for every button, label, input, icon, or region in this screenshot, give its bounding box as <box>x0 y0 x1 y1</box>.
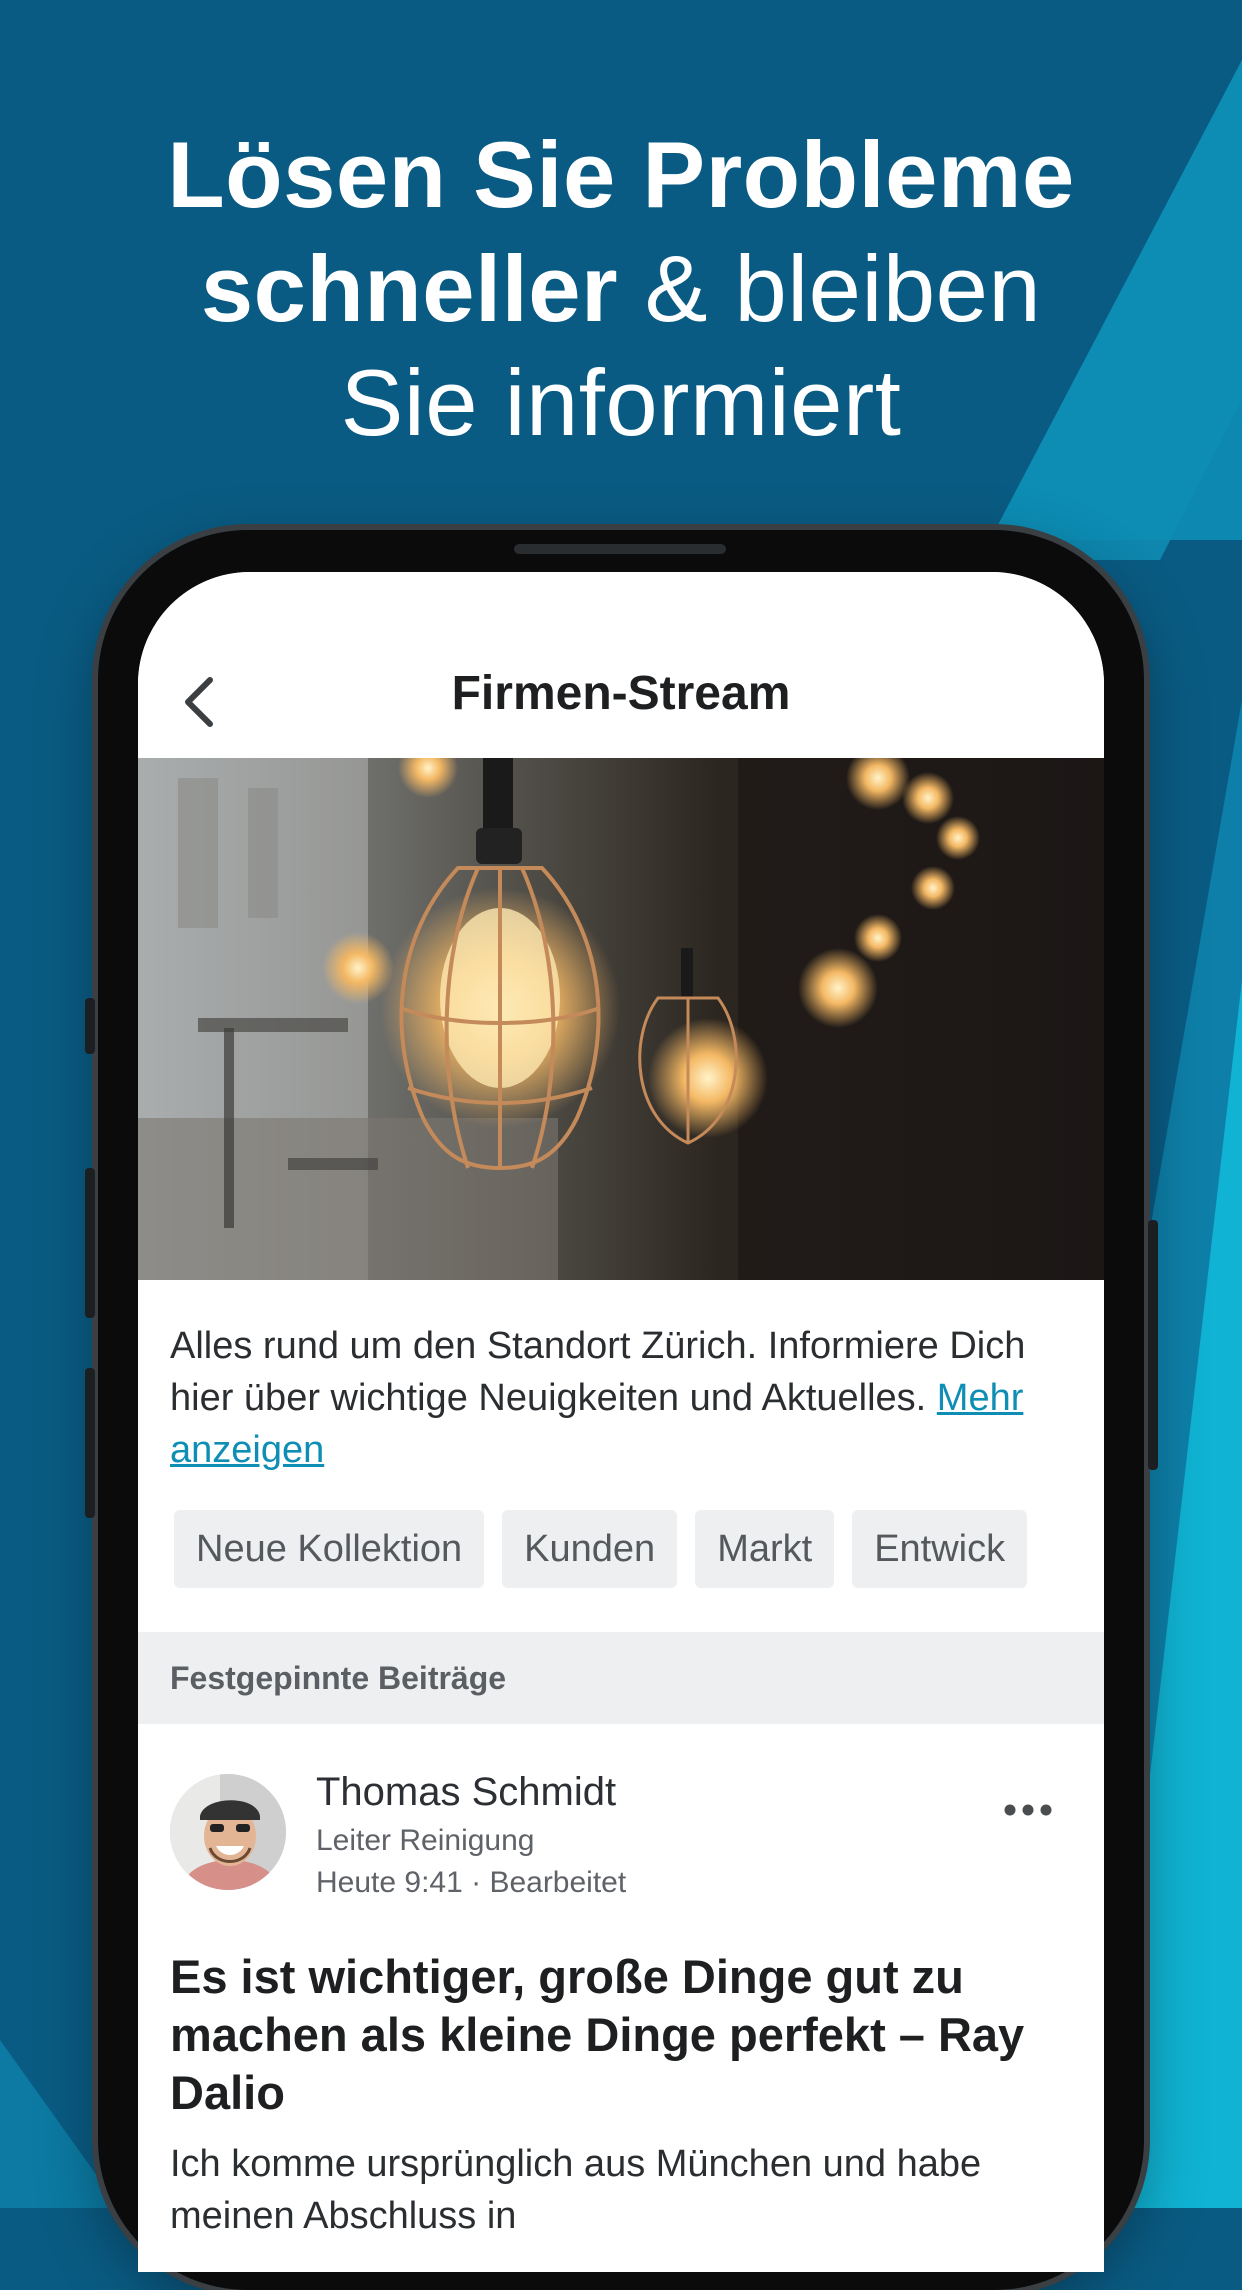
pinned-label: Festgepinnte Beiträge <box>170 1660 507 1696</box>
tag-chip[interactable]: Neue Kollektion <box>174 1510 485 1588</box>
tag-list: Neue Kollektion Kunden Markt Entwick <box>174 1510 1104 1588</box>
phone-volume-down <box>85 1368 95 1518</box>
headline-line2-bold: schneller <box>200 236 619 341</box>
post-meta: Heute 9:41 · Bearbeitet <box>316 1866 627 1899</box>
post-title: Es ist wichtiger, große Dinge gut zu mac… <box>170 1950 1025 2119</box>
stream-description: Alles rund um den Standort Zürich. Infor… <box>170 1320 1070 1476</box>
headline-line2-rest: & bleiben <box>618 236 1042 341</box>
phone-power-button <box>1148 1220 1158 1470</box>
ellipsis-icon <box>1004 1804 1052 1816</box>
tag-chip[interactable]: Kunden <box>502 1510 678 1588</box>
phone-volume-up <box>85 1168 95 1318</box>
phone-speaker <box>514 544 726 554</box>
avatar[interactable] <box>170 1774 286 1890</box>
author-role: Leiter Reinigung <box>316 1824 535 1857</box>
pinned-section-header: Festgepinnte Beiträge <box>138 1632 1104 1724</box>
page-title: Firmen-Stream <box>451 667 791 720</box>
headline-line3: Sie informiert <box>340 350 902 455</box>
description-text: Alles rund um den Standort Zürich. Infor… <box>170 1325 1026 1419</box>
app-screen: Firmen-Stream Alles rund um den Standort… <box>138 572 1104 2272</box>
tag-chip[interactable]: Entwick <box>852 1510 1028 1588</box>
headline-line1: Lösen Sie Probleme <box>167 122 1075 227</box>
post-body: Ich komme ursprünglich aus München und h… <box>170 2143 982 2237</box>
author-name[interactable]: Thomas Schmidt <box>316 1770 616 1815</box>
more-options-button[interactable] <box>998 1790 1058 1830</box>
header-image <box>138 758 1104 1280</box>
phone-silent-switch <box>85 998 95 1054</box>
headline: Lösen Sie Probleme schneller & bleiben S… <box>0 118 1242 460</box>
tag-chip[interactable]: Markt <box>695 1510 835 1588</box>
navigation-bar: Firmen-Stream <box>138 572 1104 758</box>
